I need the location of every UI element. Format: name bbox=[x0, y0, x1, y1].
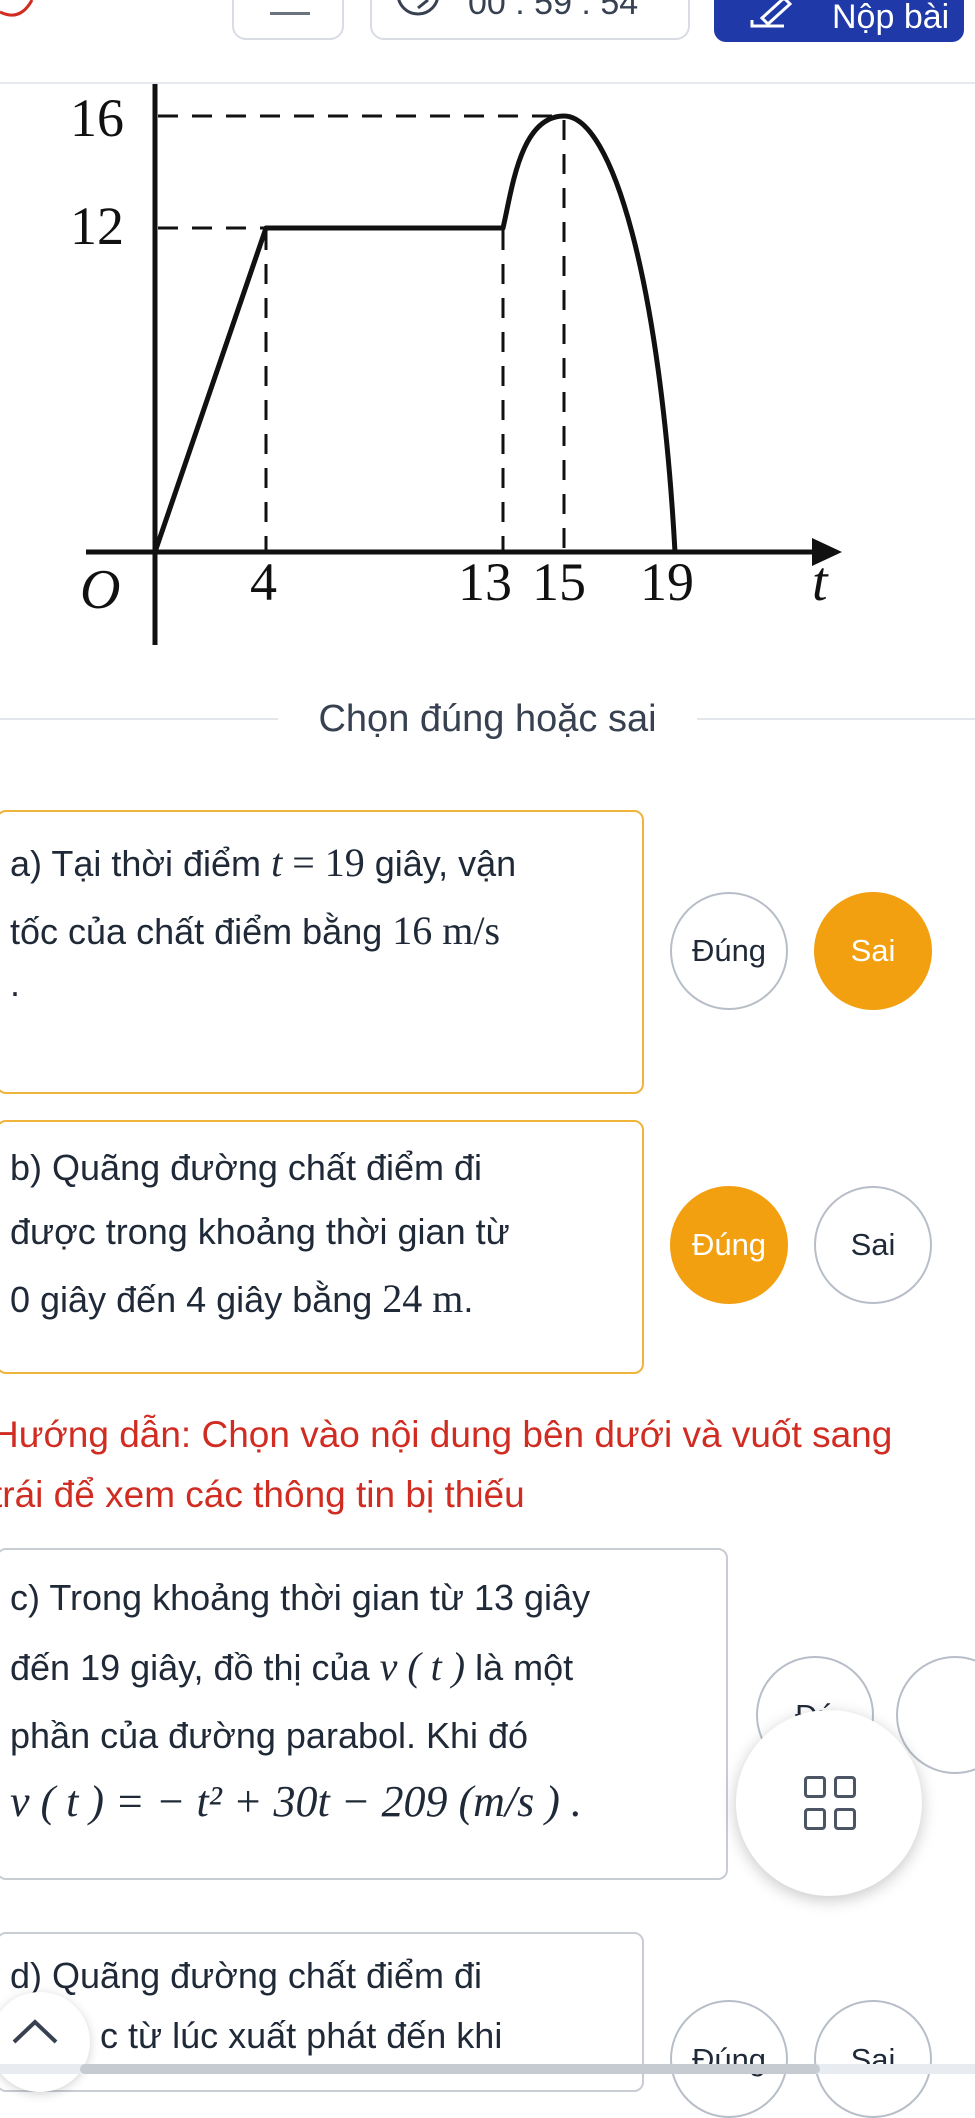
menu-button[interactable] bbox=[232, 0, 344, 40]
x-tick-15: 15 bbox=[532, 552, 586, 612]
chevron-up-icon bbox=[12, 2019, 58, 2044]
origin-label: O bbox=[80, 559, 120, 621]
question-b-card[interactable]: b) Quãng đường chất điểm đi được trong k… bbox=[0, 1120, 644, 1374]
question-a-line2: tốc của chất điểm bằng 16 m/s bbox=[10, 908, 501, 953]
question-b-line1: b) Quãng đường chất điểm đi bbox=[10, 1147, 482, 1188]
submit-label: Nộp bài bbox=[832, 0, 950, 36]
scrollbar-thumb[interactable] bbox=[80, 2064, 820, 2074]
question-c-line2: đến 19 giây, đồ thị của v ( t ) là một bbox=[10, 1643, 574, 1689]
clock-icon bbox=[397, 0, 439, 16]
x-tick-19: 19 bbox=[640, 552, 694, 612]
section-header: Chọn đúng hoặc sai bbox=[0, 694, 975, 744]
question-d-true-button[interactable]: Đúng bbox=[670, 2000, 788, 2118]
question-c-line4: v ( t ) = − t² + 30t − 209 (m/s ) . bbox=[10, 1776, 582, 1826]
velocity-time-graph: 16 12 O 4 13 15 19 t bbox=[70, 84, 842, 645]
velocity-curve bbox=[152, 113, 678, 553]
question-c-line1: c) Trong khoảng thời gian từ 13 giây bbox=[10, 1577, 591, 1618]
divider-right bbox=[696, 718, 975, 720]
hint-text: Hướng dẫn: Chọn vào nội dung bên dưới và… bbox=[0, 1414, 893, 1515]
question-a-line1: a) Tại thời điểm t = 19 giây, vận bbox=[10, 840, 517, 885]
red-arc-fragment bbox=[0, 0, 34, 17]
grid-icon bbox=[804, 1776, 856, 1830]
x-tick-4: 4 bbox=[250, 552, 277, 612]
question-b-true-button[interactable]: Đúng bbox=[670, 1186, 788, 1304]
question-a-card[interactable]: a) Tại thời điểm t = 19 giây, vận tốc củ… bbox=[0, 810, 644, 1094]
question-c-line3: phần của đường parabol. Khi đó bbox=[10, 1714, 529, 1756]
x-tick-13: 13 bbox=[458, 552, 512, 612]
question-grid-button[interactable] bbox=[736, 1710, 922, 1896]
question-a-line3: . bbox=[10, 963, 21, 1004]
horizontal-scrollbar[interactable] bbox=[0, 2064, 975, 2074]
question-d-line2: c từ lúc xuất phát đến khi bbox=[100, 2014, 503, 2056]
timer-text: 00 : 59 : 54 bbox=[468, 0, 639, 22]
question-a-true-button[interactable]: Đúng bbox=[670, 892, 788, 1010]
menu-icon bbox=[270, 12, 310, 15]
question-c-card[interactable]: c) Trong khoảng thời gian từ 13 giây đến… bbox=[0, 1548, 728, 1880]
question-d-false-button[interactable]: Sai bbox=[814, 2000, 932, 2118]
question-a-false-button[interactable]: Sai bbox=[814, 892, 932, 1010]
submit-button[interactable]: Nộp bài bbox=[714, 0, 964, 42]
divider-left bbox=[0, 718, 279, 720]
edit-icon bbox=[750, 0, 793, 28]
question-b-line3: 0 giây đến 4 giây bằng 24 m. bbox=[10, 1275, 474, 1321]
question-b-false-button[interactable]: Sai bbox=[814, 1186, 932, 1304]
y-tick-12: 12 bbox=[70, 196, 124, 256]
timer-box: 00 : 59 : 54 bbox=[370, 0, 690, 40]
question-b-line2: được trong khoảng thời gian từ bbox=[10, 1210, 510, 1252]
section-title: Chọn đúng hoặc sai bbox=[318, 697, 657, 740]
x-axis-label: t bbox=[812, 551, 829, 613]
question-d-line1: d) Quãng đường chất điểm đi bbox=[10, 1955, 482, 1996]
y-tick-16: 16 bbox=[70, 88, 124, 148]
